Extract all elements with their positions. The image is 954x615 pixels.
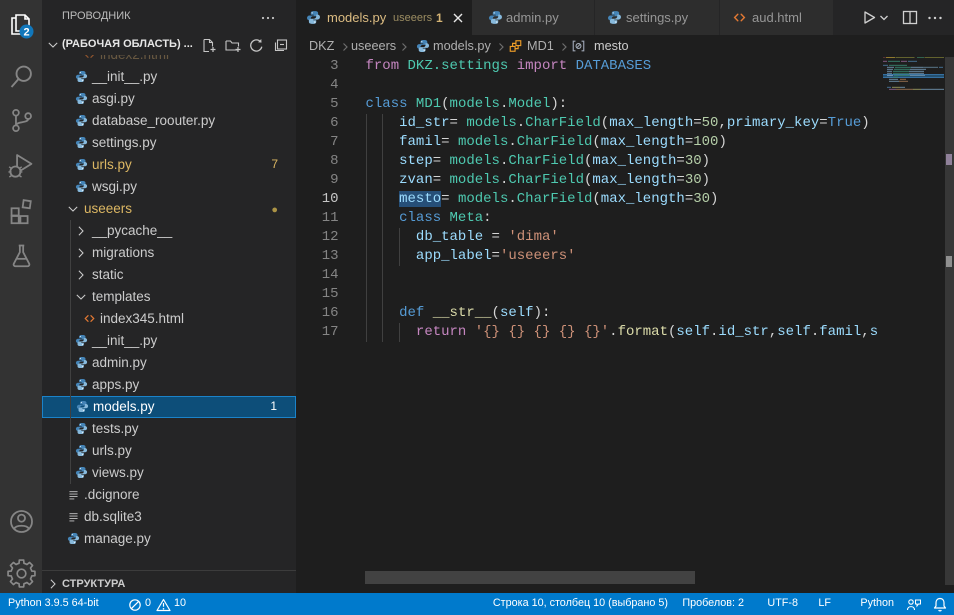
svg-text:2: 2 [23, 27, 29, 39]
